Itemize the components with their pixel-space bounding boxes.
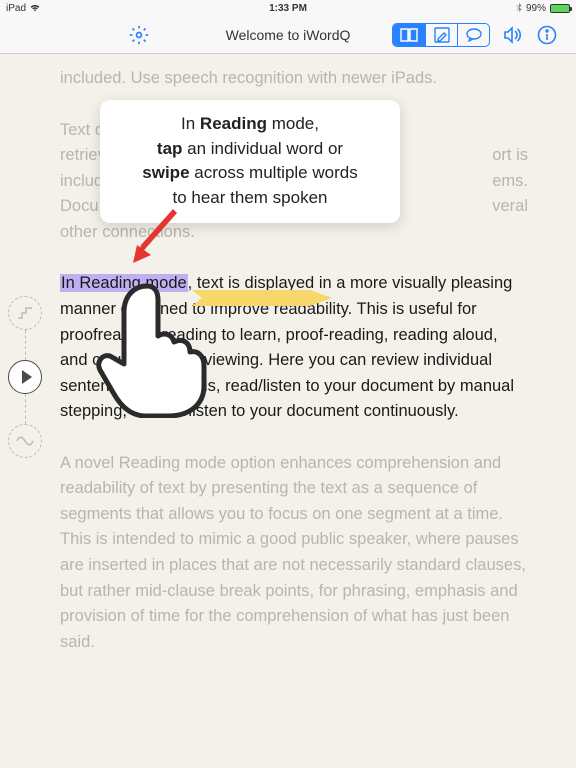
settings-button[interactable]	[128, 24, 150, 46]
nav-bar: Welcome to iWordQ	[0, 16, 576, 54]
battery-icon	[550, 4, 570, 13]
book-icon	[400, 28, 418, 42]
wifi-icon	[30, 4, 40, 12]
status-bar: iPad 1:33 PM 99%	[0, 0, 576, 16]
highlighted-phrase[interactable]: In Reading mode	[60, 274, 188, 292]
speech-bubble-icon	[465, 28, 483, 42]
pencil-square-icon	[434, 27, 450, 43]
bluetooth-icon	[516, 3, 522, 13]
status-time: 1:33 PM	[269, 3, 307, 14]
tutorial-tooltip: In Reading mode, tap an individual word …	[100, 100, 400, 223]
nav-title: Welcome to iWordQ	[226, 27, 351, 43]
battery-percent: 99%	[526, 3, 546, 14]
paragraph-faded-1: included. Use speech recognition with ne…	[60, 66, 528, 92]
info-button[interactable]	[536, 24, 558, 46]
mode-edit-tab[interactable]	[425, 24, 457, 46]
paragraph-active[interactable]: In Reading mode, text is displayed in a …	[60, 271, 528, 424]
mode-reading-tab[interactable]	[393, 24, 425, 46]
mode-speech-tab[interactable]	[457, 24, 489, 46]
device-label: iPad	[6, 3, 26, 14]
gear-icon	[129, 25, 149, 45]
speaker-button[interactable]	[502, 24, 524, 46]
info-icon	[537, 25, 557, 45]
paragraph-faded-3: A novel Reading mode option enhances com…	[60, 451, 528, 656]
mode-segmented-control[interactable]	[392, 23, 490, 47]
speaker-icon	[503, 26, 523, 44]
